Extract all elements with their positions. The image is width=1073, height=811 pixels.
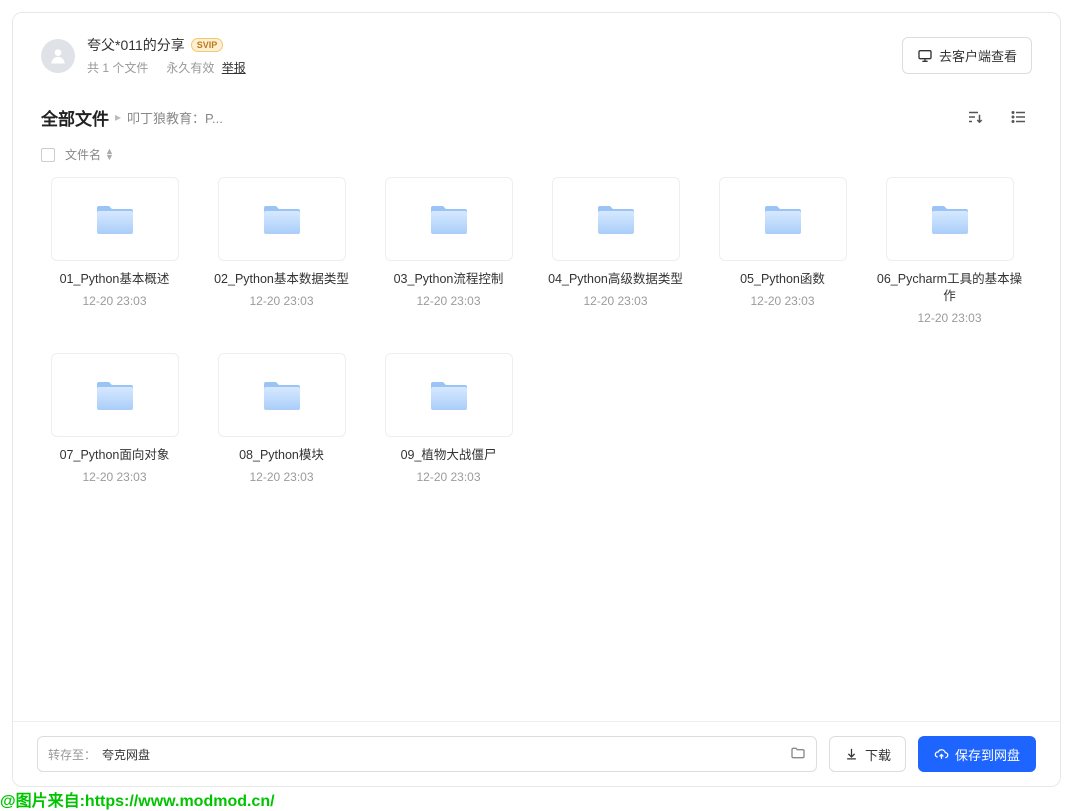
file-date: 12-20 23:03 <box>532 294 699 308</box>
file-name: 02_Python基本数据类型 <box>198 271 365 288</box>
folder-picker-icon <box>790 745 806 764</box>
file-name: 09_植物大战僵尸 <box>365 447 532 464</box>
share-meta: 夸父*011的分享 SVIP 共 1 个文件 永久有效 举报 <box>87 35 902 76</box>
sort-toggle-button[interactable] <box>962 104 988 130</box>
file-date: 12-20 23:03 <box>866 311 1033 325</box>
bottom-bar: 转存至： 夸克网盘 下载 保存到网盘 <box>13 721 1060 786</box>
open-client-button[interactable]: 去客户端查看 <box>902 37 1032 74</box>
folder-icon <box>262 202 302 236</box>
file-name: 07_Python面向对象 <box>31 447 198 464</box>
share-title-row: 夸父*011的分享 SVIP <box>87 35 902 55</box>
file-date: 12-20 23:03 <box>699 294 866 308</box>
file-date: 12-20 23:03 <box>31 470 198 484</box>
folder-icon <box>262 378 302 412</box>
user-icon <box>48 46 68 66</box>
file-item[interactable]: 08_Python模块 12-20 23:03 <box>198 353 365 484</box>
file-date: 12-20 23:03 <box>198 294 365 308</box>
download-button[interactable]: 下载 <box>829 736 906 772</box>
file-thumbnail <box>385 177 513 261</box>
validity: 永久有效 <box>166 61 214 75</box>
sort-icon <box>966 108 984 126</box>
folder-icon <box>95 378 135 412</box>
save-label: 保存到网盘 <box>955 745 1020 764</box>
file-grid: 01_Python基本概述12-20 23:03 02_Python基本数据类型… <box>13 177 1060 512</box>
file-thumbnail <box>385 353 513 437</box>
file-name: 03_Python流程控制 <box>365 271 532 288</box>
breadcrumb-sep: ▸ <box>115 110 121 124</box>
breadcrumb-sub[interactable]: 叩丁狼教育：P... <box>127 108 223 127</box>
file-item[interactable]: 05_Python函数 12-20 23:03 <box>699 177 866 325</box>
destination-value: 夸克网盘 <box>102 746 150 763</box>
file-item[interactable]: 06_Pycharm工具的基本操作 12-20 23:03 <box>866 177 1033 325</box>
avatar <box>41 39 75 73</box>
monitor-icon <box>917 48 933 64</box>
file-name: 08_Python模块 <box>198 447 365 464</box>
file-thumbnail <box>218 177 346 261</box>
breadcrumb-row: 全部文件 ▸ 叩丁狼教育：P... <box>13 86 1060 140</box>
list-icon <box>1010 108 1028 126</box>
file-item[interactable]: 04_Python高级数据类型 12-20 23:03 <box>532 177 699 325</box>
save-to-drive-button[interactable]: 保存到网盘 <box>918 736 1036 772</box>
file-date: 12-20 23:03 <box>198 470 365 484</box>
file-thumbnail <box>218 353 346 437</box>
file-name: 06_Pycharm工具的基本操作 <box>866 271 1033 305</box>
watermark: @图片来自:https://www.modmod.cn/ <box>0 787 275 811</box>
folder-icon <box>95 202 135 236</box>
file-item[interactable]: 02_Python基本数据类型 12-20 23:03 <box>198 177 365 325</box>
file-date: 12-20 23:03 <box>31 294 198 308</box>
list-view-button[interactable] <box>1006 104 1032 130</box>
select-all-checkbox[interactable] <box>41 148 55 162</box>
file-thumbnail <box>51 177 179 261</box>
vip-badge: SVIP <box>191 38 224 52</box>
name-column-header[interactable]: 文件名 <box>65 146 101 163</box>
share-sub: 共 1 个文件 永久有效 举报 <box>87 59 902 76</box>
file-name: 04_Python高级数据类型 <box>532 271 699 288</box>
folder-icon <box>930 202 970 236</box>
file-item[interactable]: 09_植物大战僵尸 12-20 23:03 <box>365 353 532 484</box>
file-item[interactable]: 03_Python流程控制 12-20 23:03 <box>365 177 532 325</box>
file-item[interactable]: 01_Python基本概述 12-20 23:03 <box>31 177 198 325</box>
file-count: 共 1 个文件 <box>87 61 148 75</box>
open-client-label: 去客户端查看 <box>939 46 1017 65</box>
file-thumbnail <box>552 177 680 261</box>
sort-caret-icon: ▲▼ <box>105 149 114 160</box>
header: 夸父*011的分享 SVIP 共 1 个文件 永久有效 举报 去客户端查看 <box>13 13 1060 86</box>
file-item[interactable]: 07_Python面向对象 12-20 23:03 <box>31 353 198 484</box>
destination-label: 转存至： <box>48 746 96 763</box>
file-date: 12-20 23:03 <box>365 294 532 308</box>
share-title: 夸父*011的分享 <box>87 35 185 55</box>
download-label: 下载 <box>865 745 891 764</box>
breadcrumb-root[interactable]: 全部文件 <box>41 105 109 130</box>
cloud-save-icon <box>934 747 949 762</box>
file-thumbnail <box>51 353 179 437</box>
destination-selector[interactable]: 转存至： 夸克网盘 <box>37 736 817 772</box>
file-date: 12-20 23:03 <box>365 470 532 484</box>
page-card: 夸父*011的分享 SVIP 共 1 个文件 永久有效 举报 去客户端查看 全部… <box>12 12 1061 787</box>
file-name: 05_Python函数 <box>699 271 866 288</box>
folder-icon <box>763 202 803 236</box>
folder-icon <box>429 202 469 236</box>
folder-icon <box>596 202 636 236</box>
file-thumbnail <box>719 177 847 261</box>
file-thumbnail <box>886 177 1014 261</box>
file-name: 01_Python基本概述 <box>31 271 198 288</box>
report-link[interactable]: 举报 <box>222 61 246 75</box>
folder-icon <box>429 378 469 412</box>
list-header: 文件名 ▲▼ <box>13 140 1060 177</box>
download-icon <box>844 747 859 762</box>
